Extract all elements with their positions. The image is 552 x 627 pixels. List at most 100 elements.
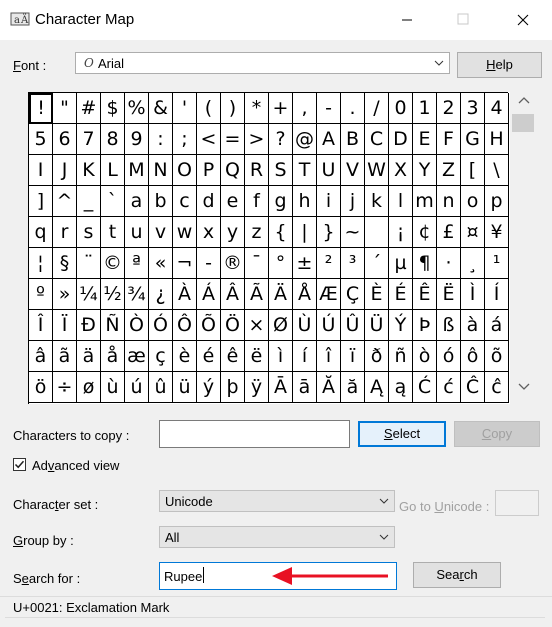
character-cell[interactable]: â — [29, 341, 53, 372]
character-cell[interactable]: ô — [461, 341, 485, 372]
character-cell[interactable]: Û — [341, 310, 365, 341]
character-cell[interactable]: ª — [125, 248, 149, 279]
character-cell[interactable]: m — [413, 186, 437, 217]
character-cell[interactable]: ¯ — [245, 248, 269, 279]
character-cell[interactable]: D — [389, 124, 413, 155]
character-cell[interactable]: t — [101, 217, 125, 248]
character-cell[interactable]: Ð — [77, 310, 101, 341]
character-cell[interactable]: R — [245, 155, 269, 186]
character-cell[interactable]: ® — [221, 248, 245, 279]
character-cell[interactable]: « — [149, 248, 173, 279]
character-cell[interactable]: Ì — [461, 279, 485, 310]
character-cell[interactable]: w — [173, 217, 197, 248]
character-cell[interactable]: l — [389, 186, 413, 217]
character-cell[interactable]: ï — [341, 341, 365, 372]
character-cell[interactable]: Ô — [173, 310, 197, 341]
character-cell[interactable]: Ü — [365, 310, 389, 341]
character-cell[interactable]: É — [389, 279, 413, 310]
scrollbar-thumb[interactable] — [512, 114, 534, 132]
character-cell[interactable]: û — [149, 372, 173, 403]
character-cell[interactable]: ) — [221, 93, 245, 124]
character-cell[interactable]: + — [269, 93, 293, 124]
character-cell[interactable]: , — [293, 93, 317, 124]
character-cell[interactable]: ä — [77, 341, 101, 372]
character-cell[interactable]: ° — [269, 248, 293, 279]
character-cell[interactable]: * — [245, 93, 269, 124]
character-cell[interactable]: 5 — [29, 124, 53, 155]
character-cell[interactable]: µ — [389, 248, 413, 279]
character-cell[interactable]: Ê — [413, 279, 437, 310]
character-cell[interactable]: Ã — [245, 279, 269, 310]
character-cell[interactable]: > — [245, 124, 269, 155]
character-grid[interactable]: ! " # $% & '() * +, -./0 1 2 3 4 5 6 7 8 9:; < = >? @ A B C D E F G H… — [28, 92, 509, 404]
character-cell[interactable]: © — [101, 248, 125, 279]
character-cell[interactable]: î — [317, 341, 341, 372]
character-cell[interactable]: ñ — [389, 341, 413, 372]
character-cell[interactable]: ą — [389, 372, 413, 403]
character-cell[interactable]: º — [29, 279, 53, 310]
character-cell[interactable]: Ë — [437, 279, 461, 310]
character-cell[interactable]: F — [437, 124, 461, 155]
character-cell[interactable]: f — [245, 186, 269, 217]
character-cell[interactable]: Ö — [221, 310, 245, 341]
scroll-up-icon[interactable] — [518, 96, 530, 106]
character-cell[interactable]: 1 — [413, 93, 437, 124]
character-cell[interactable]: B — [341, 124, 365, 155]
character-cell[interactable]: V — [341, 155, 365, 186]
character-cell[interactable]: n — [437, 186, 461, 217]
character-cell[interactable]: H — [485, 124, 509, 155]
character-cell[interactable]: ( — [197, 93, 221, 124]
character-cell[interactable]: _ — [77, 186, 101, 217]
character-cell[interactable]: ; — [173, 124, 197, 155]
character-cell[interactable]: N — [149, 155, 173, 186]
character-cell[interactable]: Q — [221, 155, 245, 186]
character-cell[interactable]: z — [245, 217, 269, 248]
character-cell[interactable]: ¡ — [389, 217, 413, 248]
character-cell[interactable]: K — [77, 155, 101, 186]
character-cell[interactable]: i — [317, 186, 341, 217]
character-cell[interactable]: v — [149, 217, 173, 248]
character-cell[interactable]: / — [365, 93, 389, 124]
character-cell[interactable]: : — [149, 124, 173, 155]
character-cell[interactable]: ß — [437, 310, 461, 341]
character-cell[interactable]: G — [461, 124, 485, 155]
character-cell[interactable]: à — [461, 310, 485, 341]
grid-scrollbar[interactable] — [510, 92, 540, 404]
character-cell[interactable]: À — [173, 279, 197, 310]
character-cell[interactable]: ! — [29, 93, 53, 124]
character-set-dropdown[interactable]: Unicode — [159, 490, 395, 512]
character-cell[interactable]: ¶ — [413, 248, 437, 279]
character-cell[interactable]: | — [293, 217, 317, 248]
character-cell[interactable]: - — [317, 93, 341, 124]
close-button[interactable] — [500, 0, 546, 40]
character-cell[interactable]: ì — [269, 341, 293, 372]
character-cell[interactable]: 8 — [101, 124, 125, 155]
character-cell[interactable]: o — [461, 186, 485, 217]
character-cell[interactable]: r — [53, 217, 77, 248]
character-cell[interactable]: E — [413, 124, 437, 155]
character-cell[interactable]: - — [197, 248, 221, 279]
search-button[interactable]: Search — [413, 562, 501, 588]
character-cell[interactable]: Ý — [389, 310, 413, 341]
character-cell[interactable]: È — [365, 279, 389, 310]
character-cell[interactable]: ù — [101, 372, 125, 403]
character-cell[interactable]: d — [197, 186, 221, 217]
character-cell[interactable]: [ — [461, 155, 485, 186]
character-cell[interactable]: ² — [317, 248, 341, 279]
character-cell[interactable]: ¨ — [77, 248, 101, 279]
character-cell[interactable]: õ — [485, 341, 509, 372]
character-cell[interactable]: h — [293, 186, 317, 217]
select-button[interactable]: Select — [358, 421, 446, 447]
character-cell[interactable]: C — [365, 124, 389, 155]
character-cell[interactable]: L — [101, 155, 125, 186]
character-cell[interactable]: ā — [293, 372, 317, 403]
character-cell[interactable]: x — [197, 217, 221, 248]
character-cell[interactable]: ó — [437, 341, 461, 372]
character-cell[interactable]: Þ — [413, 310, 437, 341]
font-dropdown[interactable]: O Arial — [75, 52, 450, 74]
character-cell[interactable]: k — [365, 186, 389, 217]
character-cell[interactable]: ¾ — [125, 279, 149, 310]
character-cell[interactable]: ò — [413, 341, 437, 372]
character-cell[interactable]: ú — [125, 372, 149, 403]
character-cell[interactable]: Æ — [317, 279, 341, 310]
